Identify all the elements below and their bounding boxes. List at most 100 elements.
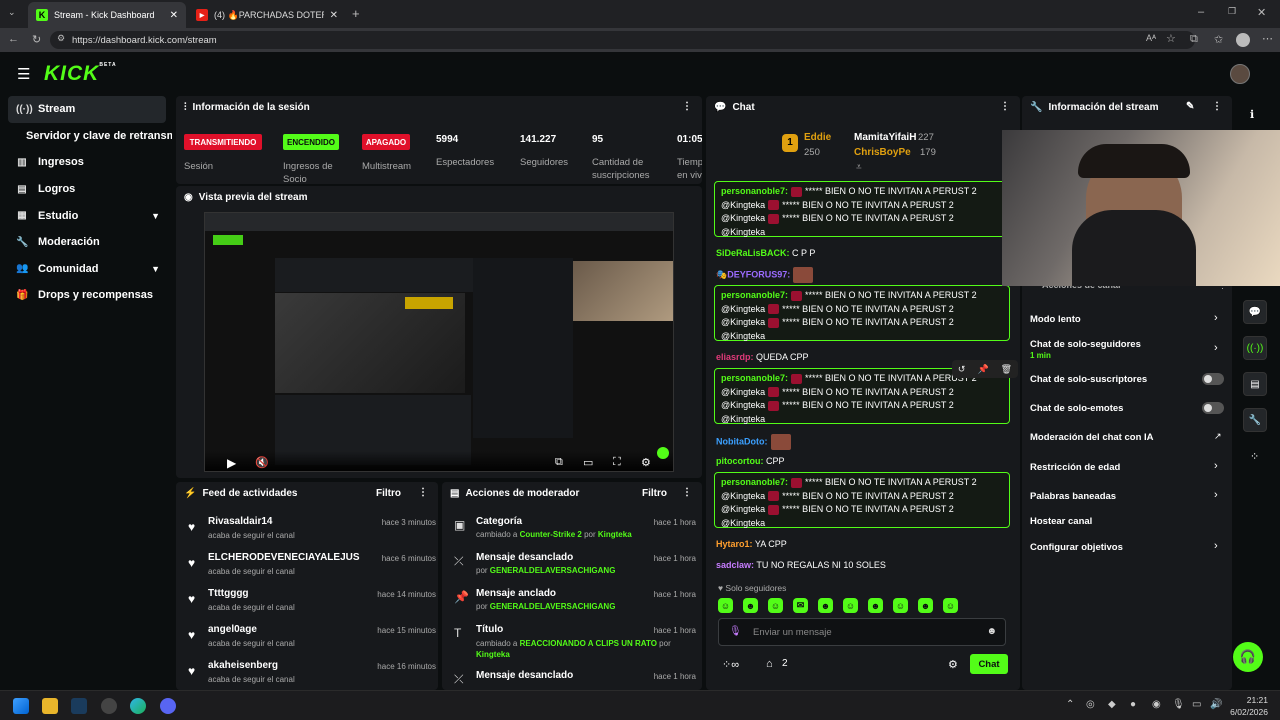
back-icon[interactable]: ← [8, 33, 19, 45]
tray-overflow-icon[interactable]: ⌃ [1066, 699, 1074, 710]
emote-icon[interactable]: ☻ [868, 598, 883, 613]
reload-icon[interactable]: ↻ [32, 33, 41, 46]
sidebar-item-community[interactable]: 👥 Comunidad ▼ [0, 256, 172, 283]
chat-message[interactable]: Hytaro1: YA CPP [716, 539, 787, 549]
chevron-right-icon[interactable]: › [1214, 489, 1218, 501]
broadcast-rail-button[interactable]: ((·)) [1243, 336, 1267, 360]
chat-rail-button[interactable]: 💬 [1243, 300, 1267, 324]
fullscreen-icon[interactable]: ⛶ [613, 456, 621, 469]
reply-icon[interactable]: ↺ [958, 364, 966, 375]
user-avatar[interactable] [1230, 64, 1250, 84]
close-tab-icon[interactable]: ✕ [330, 10, 338, 21]
external-link-icon[interactable]: ↗ [1214, 431, 1222, 442]
ai-moderation-item[interactable]: Moderación del chat con IA [1030, 432, 1154, 443]
close-tab-icon[interactable]: ✕ [170, 10, 178, 21]
expand-icon[interactable]: ⩡ [856, 162, 862, 173]
chat-message[interactable]: SiDeRaLisBACK: C P P [716, 248, 815, 258]
favorite-star-icon[interactable]: ☆ [1166, 32, 1176, 45]
chat-message-highlighted[interactable]: personanoble7: ***** BIEN O NO TE INVITAN… [714, 285, 1010, 341]
discord-icon[interactable] [160, 698, 176, 714]
kebab-menu-icon[interactable]: ⋮ [418, 487, 428, 498]
tab-kick-dashboard[interactable]: K Stream - Kick Dashboard ✕ [28, 2, 186, 28]
chat-message-highlighted[interactable]: personanoble7: ***** BIEN O NO TE INVITAN… [714, 472, 1010, 528]
mod-filter-button[interactable]: Filtro [642, 488, 667, 499]
emote-icon[interactable]: ☺ [943, 598, 958, 613]
chat-message[interactable]: sadclaw: TU NO REGALAS NI 10 SOLES [716, 560, 886, 570]
community-icon[interactable]: ⁘∞ [722, 658, 739, 671]
kick-logo[interactable]: KICKBETA [44, 62, 117, 86]
kebab-menu-icon[interactable]: ⋮ [1212, 101, 1222, 112]
sidebar-item-server-key[interactable]: Servidor y clave de retransmisión [0, 123, 172, 150]
favorites-icon[interactable]: ✩ [1214, 33, 1223, 46]
new-tab-icon[interactable]: + [352, 6, 360, 21]
close-window-icon[interactable]: ✕ [1257, 6, 1266, 19]
more-menu-icon[interactable]: ⋯ [1262, 32, 1273, 45]
hamburger-menu-icon[interactable]: ☰ [17, 65, 30, 83]
banned-words-item[interactable]: Palabras baneadas [1030, 491, 1116, 502]
clock-time[interactable]: 21:21 [1236, 695, 1268, 705]
volume-icon[interactable]: 🔊 [1210, 699, 1222, 710]
sidebar-item-moderation[interactable]: 🔧 Moderación [0, 229, 172, 256]
chat-message[interactable]: pitocortou: CPP [716, 456, 785, 466]
followers-only-chat-item[interactable]: Chat de solo-seguidores [1030, 339, 1141, 350]
theater-icon[interactable]: ▭ [583, 456, 593, 469]
emote-icon[interactable]: ☻ [818, 598, 833, 613]
network-icon[interactable]: ▭ [1192, 699, 1201, 710]
emotes-only-toggle[interactable] [1202, 402, 1224, 414]
tray-app-icon[interactable]: ◆ [1108, 699, 1116, 710]
mute-icon[interactable]: 🔇 [255, 456, 269, 469]
site-info-icon[interactable]: ⚙ [57, 33, 65, 44]
windows-start-icon[interactable] [13, 698, 29, 714]
chevron-right-icon[interactable]: › [1214, 312, 1218, 324]
emote-icon[interactable]: ☻ [743, 598, 758, 613]
send-chat-button[interactable]: Chat [970, 654, 1008, 674]
chat-settings-icon[interactable]: ⚙ [948, 658, 958, 671]
emote-icon[interactable]: ☺ [843, 598, 858, 613]
kebab-menu-icon[interactable]: ⋮ [1000, 101, 1010, 112]
edit-icon[interactable]: ✎ [1186, 101, 1194, 112]
chat-input[interactable]: 🎙 Enviar un mensaje ☻ [718, 618, 1006, 646]
configure-goals-item[interactable]: Configurar objetivos [1030, 542, 1123, 553]
maximize-icon[interactable]: ❐ [1228, 6, 1236, 17]
minimize-icon[interactable]: – [1198, 6, 1204, 18]
microphone-icon[interactable]: 🎙 [729, 626, 742, 637]
play-icon[interactable]: ▶ [227, 456, 236, 470]
tools-rail-button[interactable]: 🔧 [1243, 408, 1267, 432]
support-chat-button[interactable]: 🎧 [1233, 642, 1263, 672]
sidebar-item-income[interactable]: ▥ Ingresos [0, 149, 172, 176]
pip-icon[interactable]: ⧉ [555, 456, 563, 469]
sidebar-item-achievements[interactable]: ▤ Logros [0, 176, 172, 203]
address-bar[interactable]: ⚙ https://dashboard.kick.com/stream Aᴬ ☆ [50, 31, 1195, 49]
sidebar-item-studio[interactable]: ▦ Estudio ▼ [0, 202, 172, 229]
subscribers-only-toggle[interactable] [1202, 373, 1224, 385]
stream-preview-video[interactable]: ▶ 🔇 ⧉ ▭ ⛶ ⚙ [204, 212, 674, 472]
emote-icon[interactable]: ☻ [918, 598, 933, 613]
delete-icon[interactable]: 🗑 [1001, 364, 1012, 375]
profile-avatar[interactable] [1236, 33, 1250, 47]
clock-date[interactable]: 6/02/2026 [1226, 707, 1268, 717]
age-restriction-item[interactable]: Restricción de edad [1030, 462, 1120, 473]
feed-filter-button[interactable]: Filtro [376, 488, 401, 499]
chevron-right-icon[interactable]: › [1214, 540, 1218, 552]
emote-icon[interactable]: ☺ [718, 598, 733, 613]
community-icon[interactable]: ⁘ [1250, 450, 1259, 463]
emote-icon[interactable]: ☺ [768, 598, 783, 613]
chat-message[interactable]: NobitaDoto: [716, 434, 794, 450]
extensions-icon[interactable]: ⧉ [1190, 33, 1198, 46]
tab-kick-stream[interactable]: ▶ (4) 🔥PARCHADAS DOTERAS🔥 KIC ✕ [188, 2, 346, 28]
tray-app-icon[interactable]: ● [1130, 699, 1136, 710]
file-explorer-icon[interactable] [42, 698, 58, 714]
kebab-menu-icon[interactable]: ⋮ [682, 101, 692, 112]
chat-message[interactable]: 🎭DEYFORUS97: [716, 267, 816, 283]
tray-app-icon[interactable]: ◎ [1086, 699, 1095, 710]
sidebar-item-stream[interactable]: ((·)) Stream [8, 96, 166, 123]
microphone-icon[interactable]: 🎙 [1172, 699, 1185, 710]
slow-mode-item[interactable]: Modo lento [1030, 314, 1081, 325]
settings-icon[interactable]: ⚙ [641, 456, 651, 469]
sidebar-item-drops[interactable]: 🎁 Drops y recompensas [0, 282, 172, 309]
pin-icon[interactable]: 📌 [977, 364, 988, 375]
edge-icon[interactable] [130, 698, 146, 714]
activity-rail-button[interactable]: ▤ [1243, 372, 1267, 396]
info-icon[interactable]: ℹ [1250, 108, 1254, 121]
emote-icon[interactable]: ✉ [793, 598, 808, 613]
